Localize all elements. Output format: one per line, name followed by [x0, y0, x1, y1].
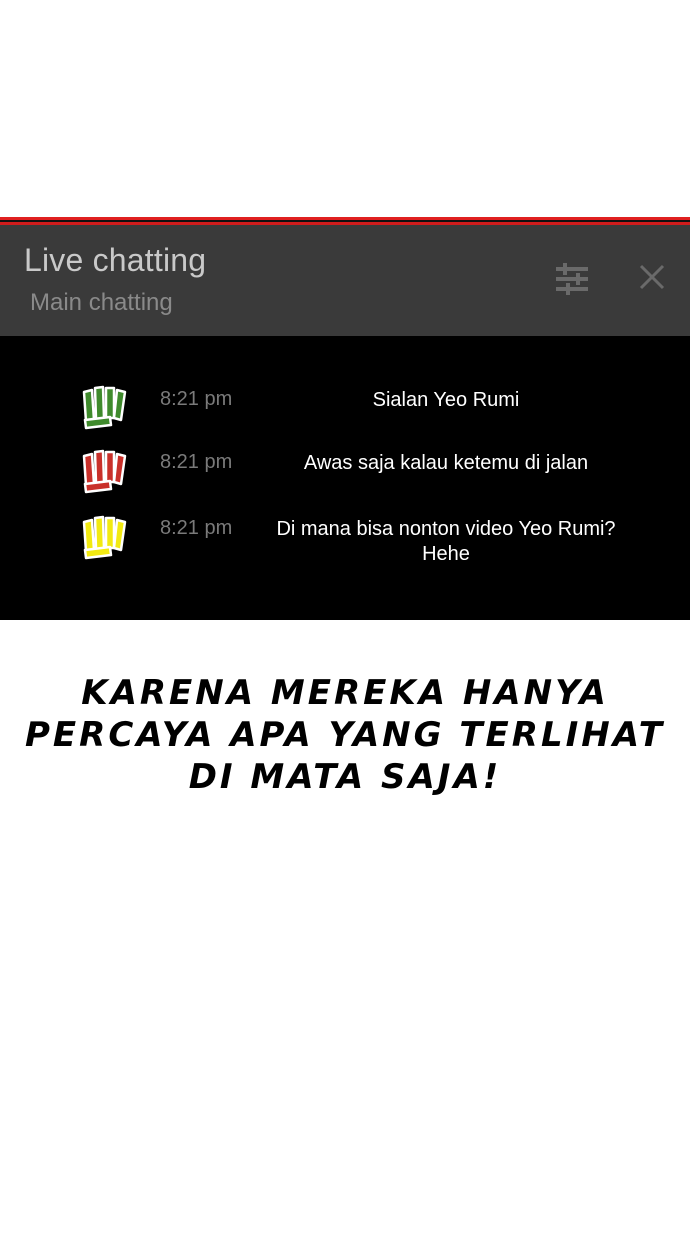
narration-caption: KARENA MEREKA HANYA PERCAYA APA YANG TER… [25, 673, 665, 797]
message-text: Awas saja kalau ketemu di jalan [303, 452, 589, 474]
chat-title: Live chatting [24, 242, 207, 278]
hand-avatar-icon [80, 514, 136, 562]
message-time: 8:21 pm [160, 388, 233, 410]
filter-sliders-icon[interactable] [552, 259, 592, 299]
chat-header: Live chatting Main chatting [0, 225, 690, 336]
hand-avatar-icon [80, 384, 136, 432]
chat-message-list: 8:21 pm Sialan Yeo Rumi 8:21 pm Awas saj… [0, 336, 690, 620]
message-text: Sialan Yeo Rumi [372, 389, 520, 411]
live-chat-panel: Live chatting Main chatting 8:21 pm Sial… [0, 217, 690, 620]
message-time: 8:21 pm [160, 451, 233, 473]
red-top-strip [0, 217, 690, 225]
message-time: 8:21 pm [160, 517, 233, 539]
message-text: Di mana bisa nonton video Yeo Rumi? Hehe [276, 518, 616, 565]
close-icon[interactable] [636, 261, 668, 293]
chat-subtitle[interactable]: Main chatting [30, 289, 173, 317]
hand-avatar-icon [80, 448, 136, 496]
